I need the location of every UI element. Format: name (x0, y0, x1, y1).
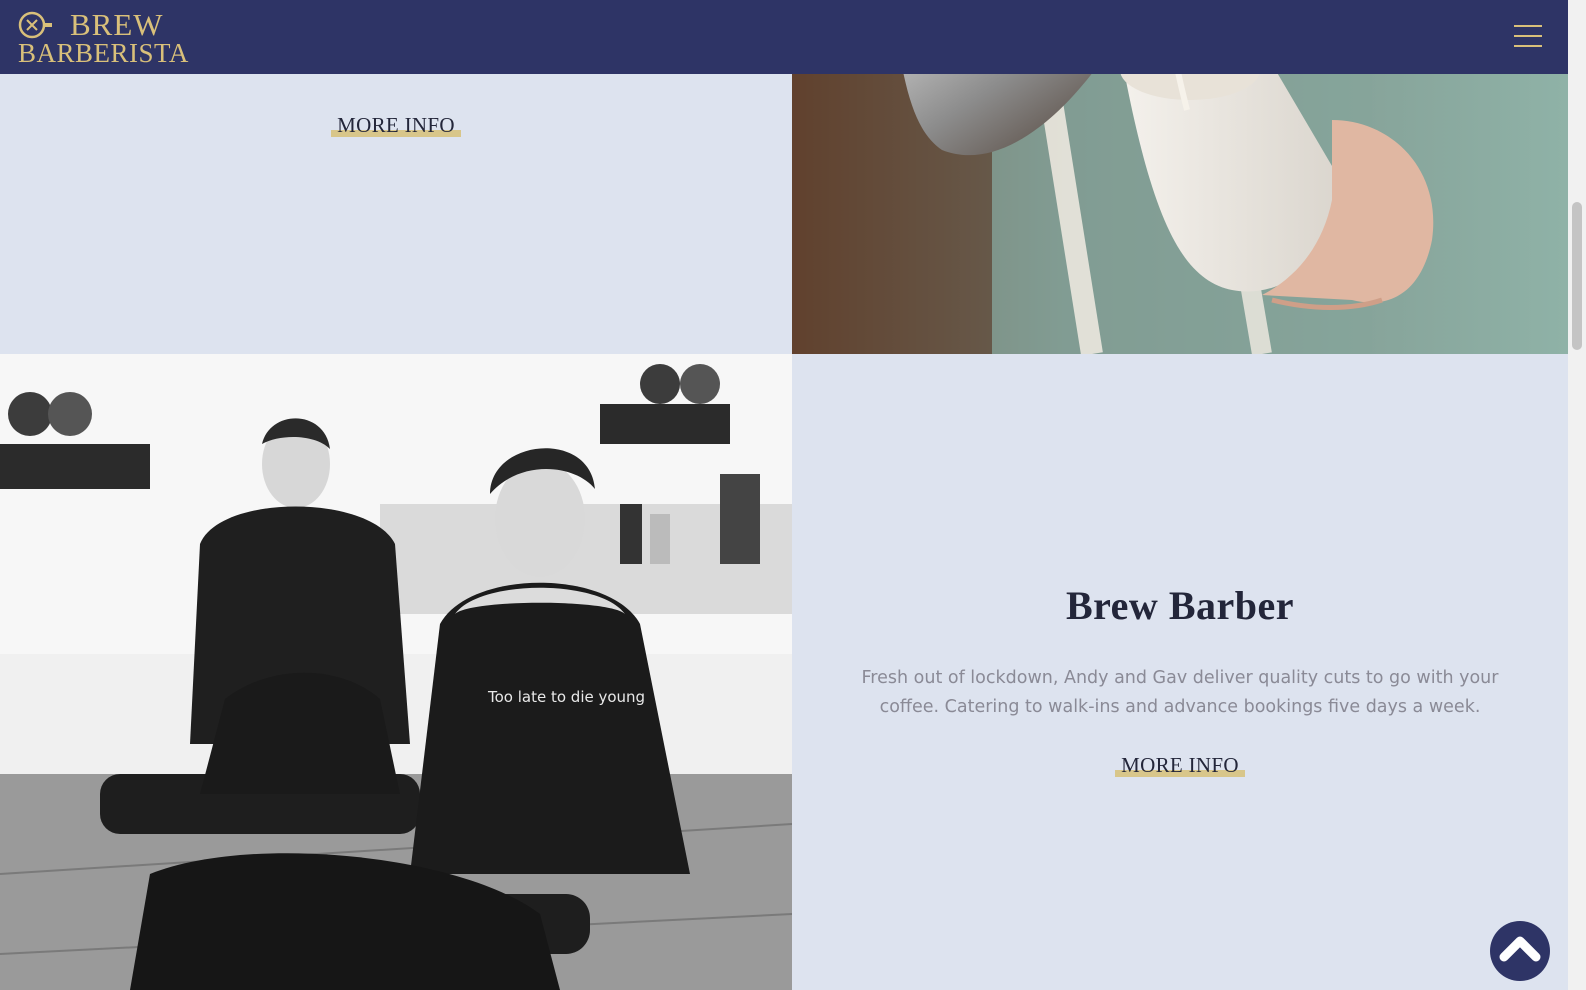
brew-barberista-logo[interactable]: BREW BARBERISTA (18, 7, 194, 69)
barber-more-info-link[interactable]: MORE INFO (1115, 753, 1245, 777)
hoodie-print-text: Too late to die young (487, 688, 645, 706)
logo-text-brew: BREW (70, 7, 164, 42)
barber-description-line2: coffee. Catering to walk-ins and advance… (879, 697, 1481, 717)
page-scrollbar[interactable] (1568, 0, 1586, 990)
barbers-illustration: Too late to die young (0, 354, 792, 990)
page-content: coffee and treats. MORE INFO (0, 0, 1568, 990)
logo-text-barberista: BARBERISTA (18, 38, 189, 68)
hamburger-icon[interactable] (1514, 25, 1542, 47)
site-header: BREW BARBERISTA (0, 0, 1568, 74)
scrollbar-thumb[interactable] (1572, 202, 1582, 350)
cafe-more-info-link[interactable]: MORE INFO (331, 113, 461, 137)
barber-section-title: Brew Barber (1065, 583, 1295, 628)
barbers-photo: Too late to die young (0, 354, 792, 990)
chevron-up-icon (1499, 936, 1541, 962)
scissors-logo-icon (18, 11, 52, 39)
barber-text-panel: Brew Barber Fresh out of lockdown, Andy … (792, 354, 1568, 990)
back-to-top-button[interactable] (1490, 921, 1550, 981)
barber-description-line1: Fresh out of lockdown, Andy and Gav deli… (861, 668, 1499, 688)
